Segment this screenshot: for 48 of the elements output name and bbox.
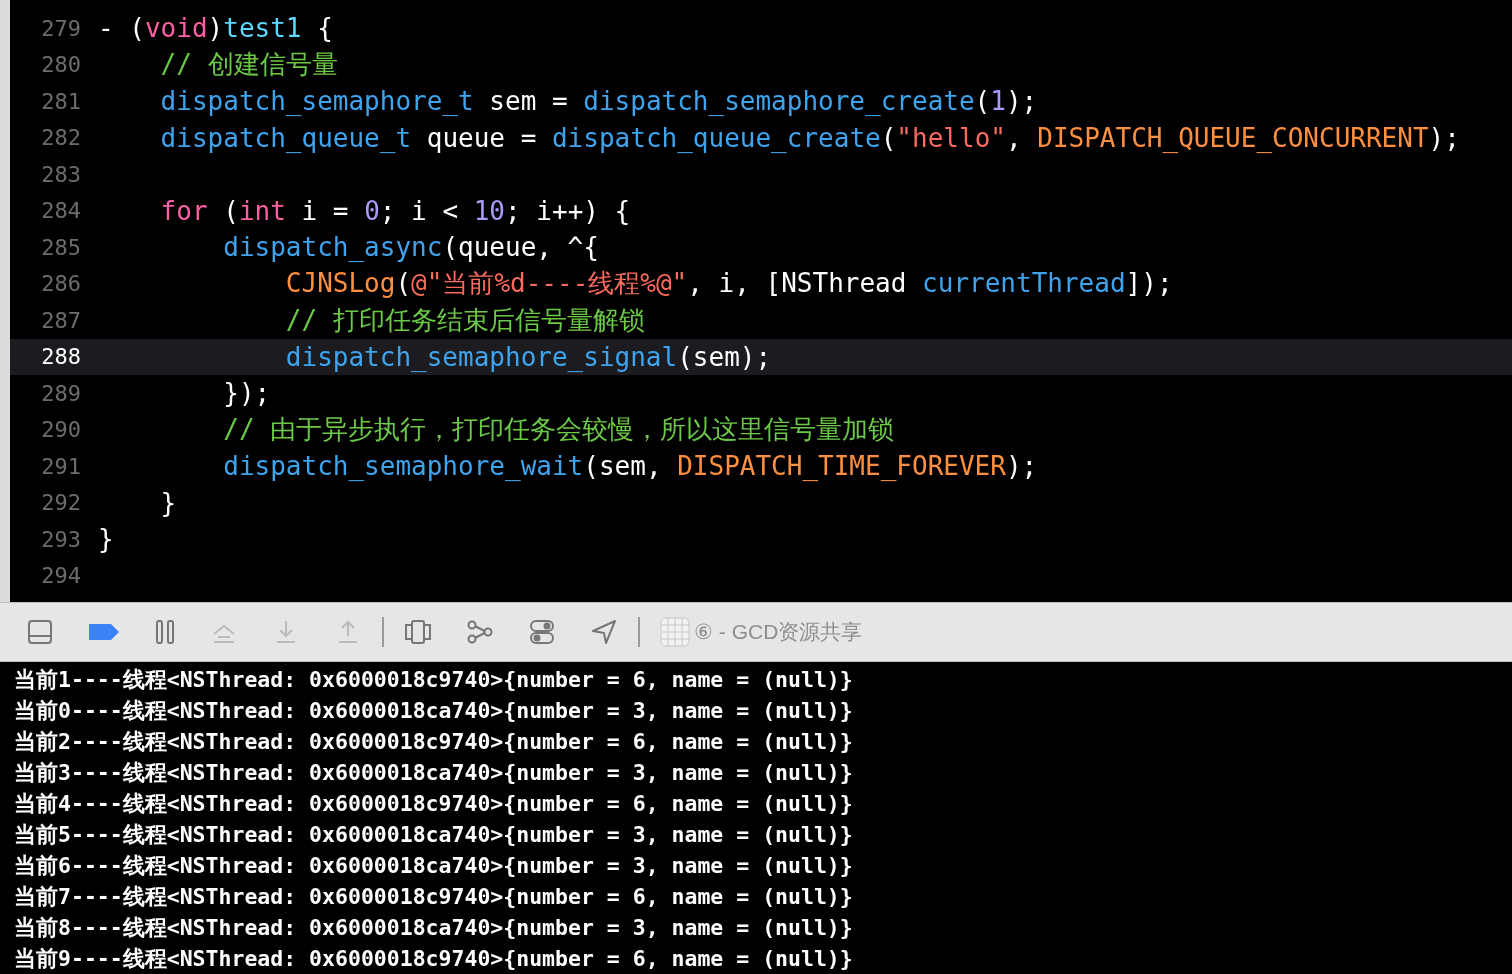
line-number: 284: [40, 198, 82, 224]
line-number: 293: [40, 526, 82, 552]
toggle-switches-icon[interactable]: [528, 618, 556, 646]
line-number: 289: [40, 380, 82, 406]
code-line: dispatch_queue_t queue = dispatch_queue_create("hello", DISPATCH_QUEUE_CONCURRENT);: [159, 122, 1460, 153]
log-line: 当前0----线程<NSThread: 0x6000018ca740>{number = 3, name = (null)}: [14, 697, 854, 725]
log-line: 当前8----线程<NSThread: 0x6000018ca740>{number = 3, name = (null)}: [14, 914, 854, 942]
code-line: - (void)test1 {: [98, 13, 333, 44]
line-number: 287: [40, 307, 82, 333]
code-line: for (int i = 0; i < 10; i++) {: [159, 195, 631, 226]
log-line: 当前9----线程<NSThread: 0x6000018c9740>{number = 6, name = (null)}: [14, 945, 854, 973]
location-arrow-icon[interactable]: [590, 618, 618, 646]
line-number: 280: [40, 52, 82, 78]
line-number: 283: [40, 161, 82, 187]
log-line: 当前3----线程<NSThread: 0x6000018ca740>{number = 3, name = (null)}: [14, 759, 854, 787]
breakpoint-icon[interactable]: [88, 621, 120, 643]
log-line: 当前1----线程<NSThread: 0x6000018c9740>{number = 6, name = (null)}: [14, 666, 854, 694]
log-line: 当前4----线程<NSThread: 0x6000018c9740>{number = 6, name = (null)}: [14, 790, 854, 818]
code-line: // 打印任务结束后信号量解锁: [284, 303, 645, 337]
line-number: 294: [40, 563, 82, 589]
code-line: }: [159, 487, 177, 518]
line-number: 281: [40, 88, 82, 114]
memory-graph-icon[interactable]: [466, 618, 494, 646]
line-number: 292: [40, 490, 82, 516]
code-line: // 创建信号量: [159, 48, 338, 82]
code-line: dispatch_semaphore_t sem = dispatch_semaphore_create(1);: [159, 86, 1038, 117]
code-line: dispatch_async(queue, ^{: [222, 232, 599, 263]
target-label[interactable]: ⑥ - GCD资源共享: [694, 618, 863, 646]
line-number: 286: [40, 271, 82, 297]
log-line: 当前5----线程<NSThread: 0x6000018ca740>{number = 3, name = (null)}: [14, 821, 854, 849]
code-line: CJNSLog(@"当前%d----线程%@", i, [NSThread currentThread]);: [284, 267, 1173, 301]
log-line: 当前7----线程<NSThread: 0x6000018c9740>{number = 6, name = (null)}: [14, 883, 854, 911]
view-hierarchy-icon[interactable]: [404, 618, 432, 646]
line-number: 279: [40, 15, 82, 41]
code-line: dispatch_semaphore_wait(sem, DISPATCH_TIME_FOREVER);: [222, 451, 1038, 482]
pause-icon[interactable]: [154, 618, 176, 646]
line-number: 282: [40, 125, 82, 151]
line-number: 285: [40, 234, 82, 260]
code-line: // 由于异步执行，打印任务会较慢，所以这里信号量加锁: [222, 413, 895, 447]
line-number: 290: [40, 417, 82, 443]
line-number: 291: [40, 453, 82, 479]
code-line: dispatch_semaphore_signal(sem);: [284, 341, 772, 372]
line-number: 288: [40, 344, 82, 370]
log-line: 当前2----线程<NSThread: 0x6000018c9740>{number = 6, name = (null)}: [14, 728, 854, 756]
code-line: });: [222, 378, 271, 409]
code-line: }: [98, 524, 114, 555]
log-line: 当前6----线程<NSThread: 0x6000018ca740>{number = 3, name = (null)}: [14, 852, 854, 880]
panel-toggle-icon[interactable]: [26, 618, 54, 646]
